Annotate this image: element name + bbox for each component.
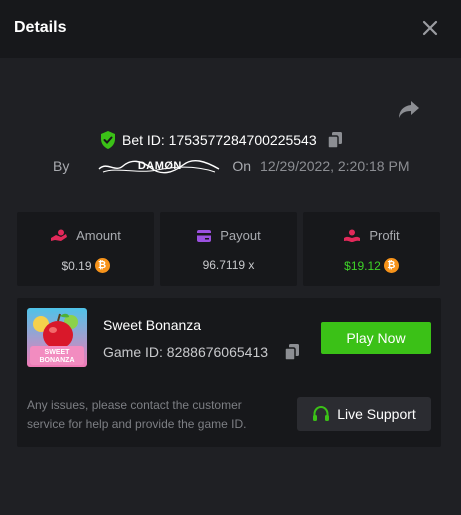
headset-icon (313, 405, 330, 421)
bet-date: 12/29/2022, 2:20:18 PM (260, 158, 410, 174)
payout-card: Payout 96.7119 x (160, 212, 297, 286)
game-id-row: Game ID: 8288676065413 (103, 343, 300, 361)
bet-author-row: By DAMØN On 12/29/2022, 2:20:18 PM (53, 157, 409, 175)
details-header: Details (0, 0, 461, 58)
amount-hand-icon (51, 229, 68, 241)
profit-value: $19.12 (344, 258, 381, 273)
card-icon (197, 229, 212, 242)
live-support-button[interactable]: Live Support (297, 397, 431, 431)
profit-card: Profit $19.12 ₿ (303, 212, 440, 286)
play-now-button[interactable]: Play Now (321, 322, 431, 354)
bet-id-row: Bet ID: 1753577284700225543 (100, 130, 343, 150)
page-title: Details (14, 19, 67, 36)
profit-label: Profit (369, 228, 400, 243)
svg-text:SWEET: SWEET (45, 349, 71, 356)
verified-shield-icon (101, 131, 115, 149)
copy-game-id-icon[interactable] (284, 343, 300, 361)
username-text: DAMØN (137, 160, 182, 172)
game-id: Game ID: 8288676065413 (103, 344, 269, 360)
svg-text:BONANZA: BONANZA (40, 357, 75, 364)
game-name[interactable]: Sweet Bonanza (103, 317, 201, 333)
profit-hand-icon (344, 229, 361, 242)
share-icon[interactable] (397, 98, 421, 120)
amount-label: Amount (76, 228, 121, 243)
username[interactable]: DAMØN (97, 157, 222, 175)
amount-card: Amount $0.19 ₿ (17, 212, 154, 286)
bet-id: Bet ID: 1753577284700225543 (122, 132, 317, 148)
bitcoin-icon: ₿ (94, 258, 110, 273)
game-panel: SWEET BONANZA Sweet Bonanza Game ID: 828… (17, 298, 441, 447)
close-icon[interactable] (420, 18, 440, 38)
live-support-label: Live Support (337, 406, 416, 422)
by-label: By (53, 158, 70, 174)
amount-value: $0.19 (61, 258, 92, 273)
on-label: On (232, 158, 252, 174)
payout-value: 96.7119 x (202, 258, 255, 272)
payout-label: Payout (220, 228, 261, 243)
copy-bet-id-icon[interactable] (326, 131, 343, 149)
sweet-bonanza-logo: SWEET BONANZA (27, 308, 87, 367)
game-thumbnail[interactable]: SWEET BONANZA (27, 308, 87, 367)
support-notice: Any issues, please contact the customer … (27, 398, 247, 431)
bitcoin-icon: ₿ (383, 258, 399, 273)
